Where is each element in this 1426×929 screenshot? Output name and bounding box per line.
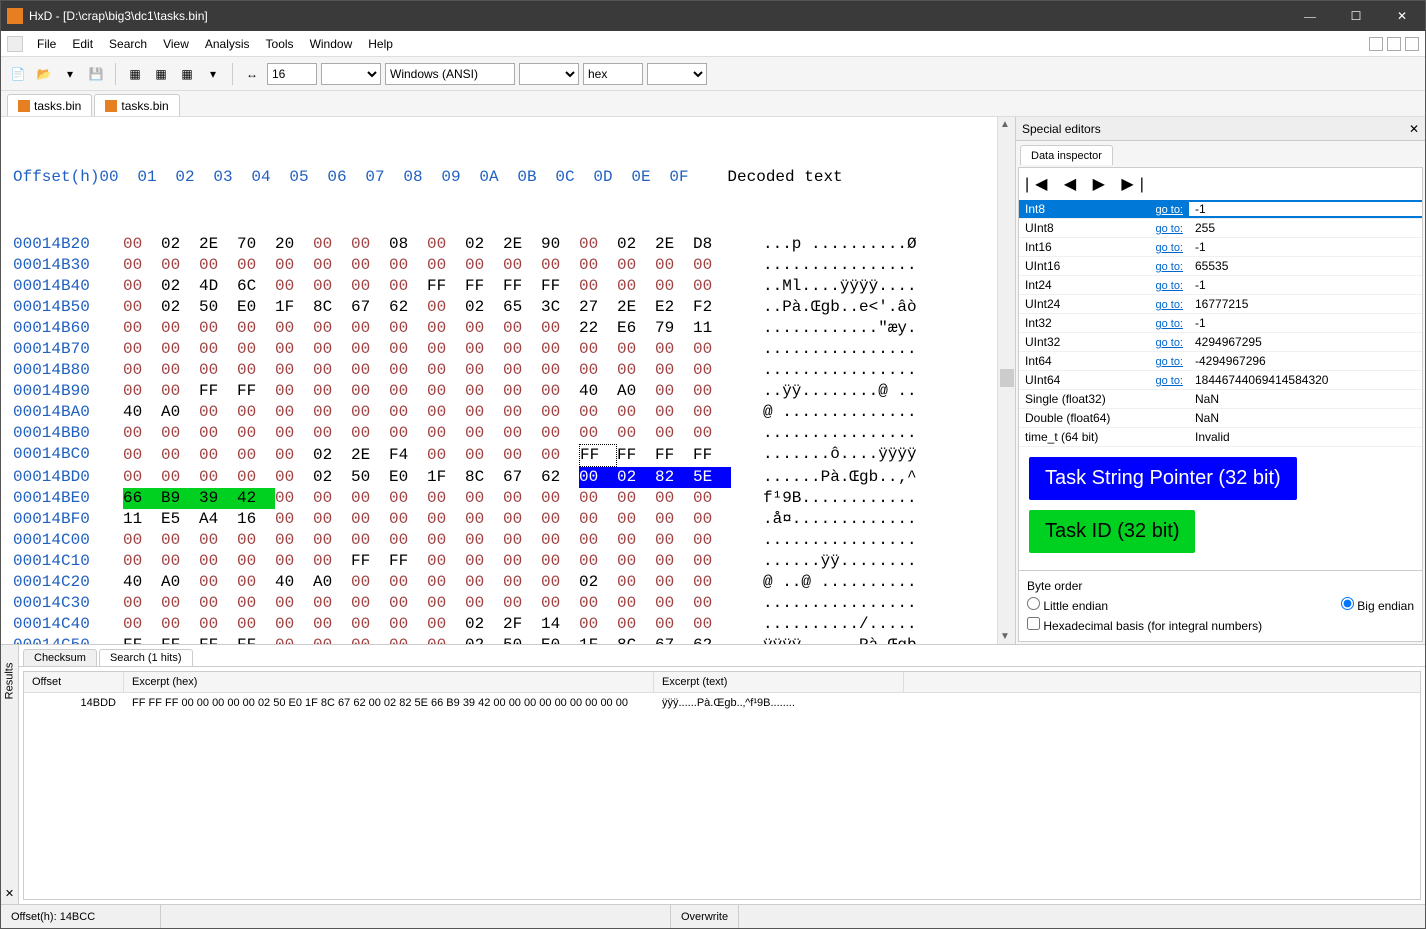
inspector-row-uint16[interactable]: UInt16go to:65535 <box>1019 257 1422 276</box>
save-button[interactable]: 💾 <box>85 63 107 85</box>
col-excerpt-hex[interactable]: Excerpt (hex) <box>124 672 654 692</box>
inspector-row-uint64[interactable]: UInt64go to:18446744069414584320 <box>1019 371 1422 390</box>
status-mode: Overwrite <box>671 905 739 928</box>
byte-order-label: Byte order <box>1027 579 1414 593</box>
goto-link[interactable]: go to: <box>1155 337 1183 349</box>
hex-editor[interactable]: Offset(h)000102030405060708090A0B0C0D0E0… <box>1 117 997 644</box>
menu-bar: File Edit Search View Analysis Tools Win… <box>1 31 1425 57</box>
radio-big-endian[interactable]: Big endian <box>1341 597 1414 613</box>
goto-link[interactable]: go to: <box>1155 223 1183 235</box>
results-panel: Results ✕ Checksum Search (1 hits) Offse… <box>1 644 1425 904</box>
menu-search[interactable]: Search <box>101 33 155 55</box>
width-icon: ↔ <box>241 63 263 85</box>
dropdown-icon-2[interactable]: ▾ <box>202 63 224 85</box>
tab-search[interactable]: Search (1 hits) <box>99 649 193 666</box>
toolbar: 📄 📂 ▾ 💾 ▦ ▦ ▦ ▾ ↔ <box>1 57 1425 91</box>
col-excerpt-text[interactable]: Excerpt (text) <box>654 672 904 692</box>
inspector-row-uint24[interactable]: UInt24go to:16777215 <box>1019 295 1422 314</box>
inspector-row-int32[interactable]: Int32go to:-1 <box>1019 314 1422 333</box>
goto-link[interactable]: go to: <box>1155 242 1183 254</box>
app-menu-icon[interactable] <box>7 36 23 52</box>
hex-scrollbar[interactable]: ▲ ▼ <box>997 117 1015 644</box>
menu-tools[interactable]: Tools <box>258 33 302 55</box>
menu-edit[interactable]: Edit <box>64 33 101 55</box>
results-grid[interactable]: Offset Excerpt (hex) Excerpt (text) 14BD… <box>23 671 1421 900</box>
panel-close-icon[interactable]: ✕ <box>1409 122 1419 136</box>
inspector-row-uint32[interactable]: UInt32go to:4294967295 <box>1019 333 1422 352</box>
mdi-minimize-icon[interactable] <box>1369 37 1383 51</box>
tool-button-2[interactable]: ▦ <box>150 63 172 85</box>
inspector-row-double-float64-[interactable]: Double (float64)NaN <box>1019 409 1422 428</box>
legend-task-id: Task ID (32 bit) <box>1029 510 1195 553</box>
tab-file-2[interactable]: tasks.bin <box>94 94 179 116</box>
inspector-row-int16[interactable]: Int16go to:-1 <box>1019 238 1422 257</box>
status-bar: Offset(h): 14BCC Overwrite <box>1 904 1425 928</box>
tab-data-inspector[interactable]: Data inspector <box>1020 145 1113 165</box>
dropdown-icon[interactable]: ▾ <box>59 63 81 85</box>
panel-title: Special editors <box>1022 122 1101 136</box>
goto-link[interactable]: go to: <box>1155 299 1183 311</box>
radio-little-endian[interactable]: Little endian <box>1027 597 1108 613</box>
file-icon <box>18 100 30 112</box>
inspector-nav[interactable]: |◀ ◀ ▶ ▶| <box>1019 168 1422 200</box>
scroll-down-icon[interactable]: ▼ <box>1000 631 1010 642</box>
legend-task-string-pointer: Task String Pointer (32 bit) <box>1029 457 1297 500</box>
file-icon <box>105 100 117 112</box>
menu-help[interactable]: Help <box>360 33 401 55</box>
menu-analysis[interactable]: Analysis <box>197 33 258 55</box>
encoding-input[interactable] <box>385 63 515 85</box>
status-offset: Offset(h): 14BCC <box>1 905 161 928</box>
goto-link[interactable]: go to: <box>1155 280 1183 292</box>
new-file-button[interactable]: 📄 <box>7 63 29 85</box>
title-bar: HxD - [D:\crap\big3\dc1\tasks.bin] — ☐ ✕ <box>1 1 1425 31</box>
result-row[interactable]: 14BDD FF FF FF 00 00 00 00 00 02 50 E0 1… <box>24 693 1420 713</box>
close-button[interactable]: ✕ <box>1379 1 1425 31</box>
encoding-select[interactable] <box>519 63 579 85</box>
inspector-row-int64[interactable]: Int64go to:-4294967296 <box>1019 352 1422 371</box>
checkbox-hex-basis[interactable]: Hexadecimal basis (for integral numbers) <box>1027 617 1262 633</box>
special-editors-panel: Special editors ✕ Data inspector |◀ ◀ ▶ … <box>1015 117 1425 644</box>
inspector-row-single-float32-[interactable]: Single (float32)NaN <box>1019 390 1422 409</box>
inspector-row-uint8[interactable]: UInt8go to:255 <box>1019 219 1422 238</box>
base-select[interactable] <box>647 63 707 85</box>
inspector-row-int8[interactable]: Int8go to:-1 <box>1019 200 1422 219</box>
inspector-row-time-t-64-bit-[interactable]: time_t (64 bit)Invalid <box>1019 428 1422 447</box>
maximize-button[interactable]: ☐ <box>1333 1 1379 31</box>
scroll-thumb[interactable] <box>1000 369 1014 387</box>
bytes-per-row-select[interactable] <box>321 63 381 85</box>
document-tabs: tasks.bin tasks.bin <box>1 91 1425 117</box>
results-tab-label[interactable]: Results <box>4 663 16 700</box>
minimize-button[interactable]: — <box>1287 1 1333 31</box>
results-close-icon[interactable]: ✕ <box>5 887 14 900</box>
open-file-button[interactable]: 📂 <box>33 63 55 85</box>
col-offset[interactable]: Offset <box>24 672 124 692</box>
menu-window[interactable]: Window <box>302 33 361 55</box>
goto-link[interactable]: go to: <box>1155 356 1183 368</box>
goto-link[interactable]: go to: <box>1155 318 1183 330</box>
base-input[interactable] <box>583 63 643 85</box>
bytes-per-row-input[interactable] <box>267 63 317 85</box>
tab-checksum[interactable]: Checksum <box>23 649 97 666</box>
tool-button-1[interactable]: ▦ <box>124 63 146 85</box>
goto-link[interactable]: go to: <box>1155 204 1183 216</box>
menu-view[interactable]: View <box>155 33 197 55</box>
menu-file[interactable]: File <box>29 33 64 55</box>
window-title: HxD - [D:\crap\big3\dc1\tasks.bin] <box>29 9 1287 23</box>
goto-link[interactable]: go to: <box>1155 375 1183 387</box>
mdi-close-icon[interactable] <box>1405 37 1419 51</box>
tab-file-1[interactable]: tasks.bin <box>7 94 92 116</box>
tool-button-3[interactable]: ▦ <box>176 63 198 85</box>
app-icon <box>7 8 23 24</box>
mdi-restore-icon[interactable] <box>1387 37 1401 51</box>
inspector-row-int24[interactable]: Int24go to:-1 <box>1019 276 1422 295</box>
scroll-up-icon[interactable]: ▲ <box>1000 119 1010 130</box>
goto-link[interactable]: go to: <box>1155 261 1183 273</box>
